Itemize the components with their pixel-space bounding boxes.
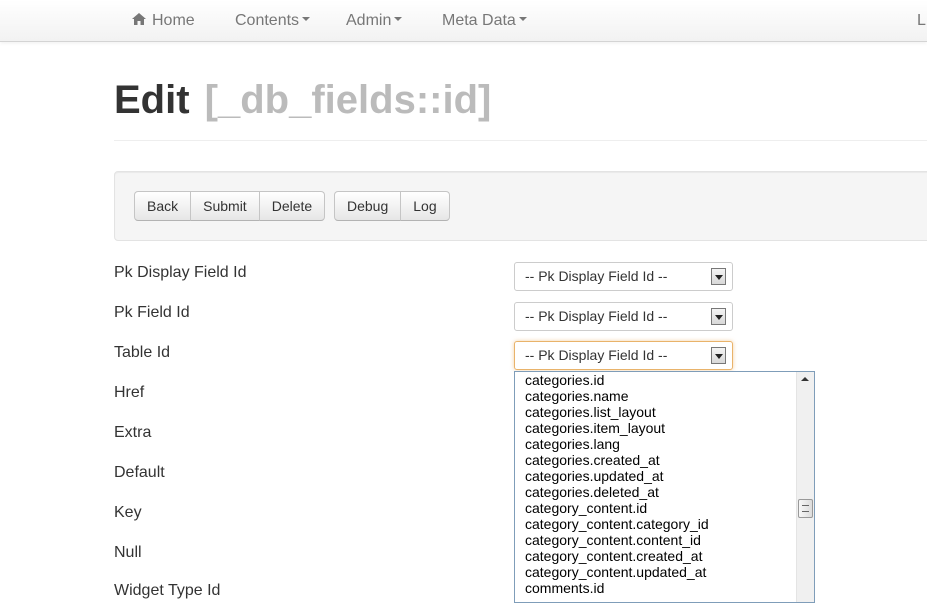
label-key: Key	[114, 504, 142, 521]
action-toolbar: Back Submit Delete Debug Log	[114, 171, 927, 241]
debug-button[interactable]: Debug	[334, 191, 402, 221]
dropdown-option[interactable]: categories.id	[515, 372, 814, 388]
back-button[interactable]: Back	[134, 191, 192, 221]
nav-admin-label: Admin	[346, 12, 392, 29]
table-id-select[interactable]: -- Pk Display Field Id --	[514, 341, 733, 370]
nav-meta-data-dropdown[interactable]: Meta Data	[442, 0, 527, 41]
select-value: -- Pk Display Field Id --	[525, 268, 668, 284]
caret-down-icon	[302, 16, 311, 21]
nav-home-label: Home	[152, 12, 195, 29]
dropdown-option[interactable]: categories.lang	[515, 436, 814, 452]
table-id-options-list[interactable]: categories.id categories.name categories.l…	[514, 371, 815, 603]
chevron-down-icon[interactable]	[711, 268, 726, 285]
label-null: Null	[114, 544, 142, 561]
pk-display-field-id-select[interactable]: -- Pk Display Field Id --	[514, 262, 733, 291]
dropdown-option[interactable]: categories.deleted_at	[515, 484, 814, 500]
caret-down-icon	[518, 16, 527, 21]
options-scrollbar[interactable]	[796, 372, 814, 602]
top-navbar: Home Contents Admin Meta Data L	[0, 0, 927, 42]
dropdown-option[interactable]: comments.id	[515, 580, 814, 596]
scroll-up-arrow-icon[interactable]	[801, 377, 809, 381]
pk-field-id-select[interactable]: -- Pk Display Field Id --	[514, 302, 733, 331]
page-title-main: Edit	[114, 78, 190, 122]
nav-contents-label: Contents	[235, 12, 300, 29]
chevron-down-icon[interactable]	[711, 308, 726, 325]
dropdown-option[interactable]: categories.list_layout	[515, 404, 814, 420]
page-title: Edit [_db_fields::id]	[114, 74, 491, 126]
secondary-button-group: Debug Log	[334, 191, 450, 221]
dropdown-option[interactable]: categories.updated_at	[515, 468, 814, 484]
dropdown-option[interactable]: category_content.created_at	[515, 548, 814, 564]
dropdown-option[interactable]: categories.created_at	[515, 452, 814, 468]
nav-right-item[interactable]: L	[917, 0, 926, 41]
nav-right-label: L	[917, 12, 926, 29]
label-extra: Extra	[114, 424, 152, 441]
page-title-record: [_db_fields::id]	[204, 78, 492, 122]
primary-button-group: Back Submit Delete	[134, 191, 326, 221]
select-value: -- Pk Display Field Id --	[525, 347, 668, 363]
label-widget-type-id: Widget Type Id	[114, 582, 221, 599]
options-container: categories.id categories.name categories.l…	[515, 372, 814, 596]
nav-contents-dropdown[interactable]: Contents	[235, 0, 311, 41]
dropdown-option[interactable]: category_content.id	[515, 500, 814, 516]
dropdown-option[interactable]: categories.name	[515, 388, 814, 404]
delete-button[interactable]: Delete	[258, 191, 326, 221]
home-icon	[132, 12, 146, 25]
nav-meta-data-label: Meta Data	[442, 12, 516, 29]
nav-home[interactable]: Home	[131, 0, 195, 41]
select-value: -- Pk Display Field Id --	[525, 308, 668, 324]
label-pk-display-field-id: Pk Display Field Id	[114, 264, 247, 281]
scroll-thumb[interactable]	[798, 499, 813, 518]
label-pk-field-id: Pk Field Id	[114, 304, 190, 321]
dropdown-option[interactable]: categories.item_layout	[515, 420, 814, 436]
caret-down-icon	[394, 16, 403, 21]
dropdown-option[interactable]: category_content.content_id	[515, 532, 814, 548]
nav-admin-dropdown[interactable]: Admin	[346, 0, 403, 41]
log-button[interactable]: Log	[400, 191, 450, 221]
header-divider	[114, 140, 927, 141]
submit-button[interactable]: Submit	[190, 191, 260, 221]
dropdown-option[interactable]: category_content.updated_at	[515, 564, 814, 580]
label-default: Default	[114, 464, 165, 481]
label-table-id: Table Id	[114, 344, 171, 361]
chevron-down-icon[interactable]	[711, 347, 726, 364]
dropdown-option[interactable]: category_content.category_id	[515, 516, 814, 532]
label-href: Href	[114, 384, 145, 401]
